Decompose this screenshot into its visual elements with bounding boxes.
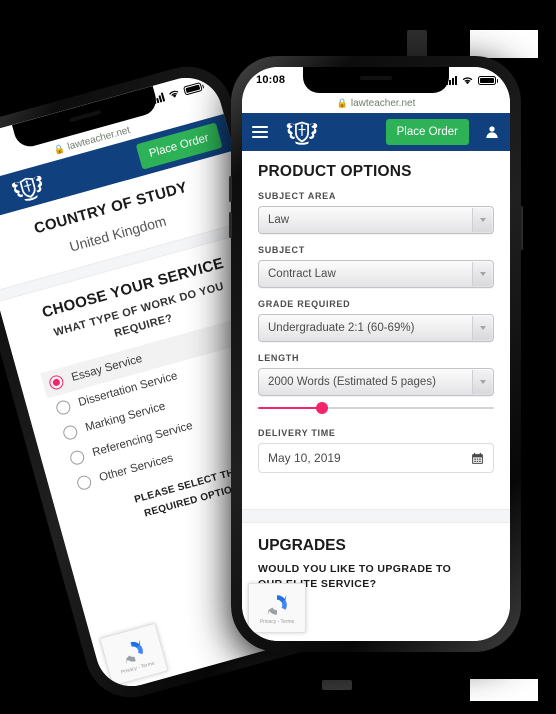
field-label: SUBJECT [258, 245, 305, 255]
volume-up-button[interactable] [229, 176, 232, 202]
lock-icon: 🔒 [52, 142, 67, 155]
field-subject-area: SUBJECT AREA Law [258, 191, 494, 234]
wifi-icon [462, 77, 473, 85]
delivery-date-input[interactable]: May 10, 2019 [258, 443, 494, 473]
delivery-date-value: May 10, 2019 [268, 451, 341, 465]
background-rectangle-bottom-right [470, 679, 538, 701]
field-length: LENGTH 2000 Words (Estimated 5 pages) [258, 353, 494, 396]
volume-down-button[interactable] [229, 212, 232, 238]
battery-icon [478, 75, 498, 85]
field-label: DELIVERY TIME [258, 428, 336, 438]
status-indicators [446, 75, 498, 85]
chevron-down-icon [472, 208, 492, 232]
place-order-button[interactable]: Place Order [385, 119, 469, 145]
power-button[interactable] [520, 206, 523, 250]
front-navbar: Place Order [242, 113, 510, 151]
front-page-content: PRODUCT OPTIONS SUBJECT AREA Law SUBJECT… [242, 151, 510, 641]
subject-area-select[interactable]: Law [258, 206, 494, 234]
chevron-down-icon [472, 316, 492, 340]
section-divider [242, 509, 510, 523]
front-browser-url-bar[interactable]: 🔒 lawteacher.net [242, 93, 510, 113]
radio-icon [68, 448, 86, 467]
upgrades-question-line1: WOULD YOU LIKE TO UPGRADE TO [258, 563, 452, 575]
upgrades-title: UPGRADES [258, 537, 346, 554]
user-account-icon[interactable] [484, 124, 500, 140]
select-value: 2000 Words (Estimated 5 pages) [268, 376, 436, 388]
battery-icon [182, 81, 203, 96]
calendar-icon[interactable] [471, 452, 484, 465]
field-grade-required: GRADE REQUIRED Undergraduate 2:1 (60-69%… [258, 299, 494, 342]
scene-canvas: 10:08 🔒 lawteacher.net [0, 0, 556, 714]
slider-fill [258, 407, 322, 409]
status-indicators [152, 81, 203, 104]
background-shape-top [407, 30, 427, 58]
subject-select[interactable]: Contract Law [258, 260, 494, 288]
front-phone-device: 10:08 🔒 lawteacher.net Place Order PRODU… [229, 56, 523, 652]
recaptcha-badge[interactable]: Privacy - Terms [248, 583, 306, 633]
lock-icon: 🔒 [336, 97, 348, 108]
background-rectangle-top-right [470, 30, 538, 58]
grade-required-select[interactable]: Undergraduate 2:1 (60-69%) [258, 314, 494, 342]
radio-icon [61, 423, 79, 442]
slider-thumb[interactable] [315, 402, 328, 414]
chevron-down-icon [472, 370, 492, 394]
length-slider[interactable] [258, 400, 494, 416]
field-label: SUBJECT AREA [258, 191, 337, 201]
chevron-down-icon [472, 262, 492, 286]
select-value: Undergraduate 2:1 (60-69%) [268, 322, 415, 334]
url-text: lawteacher.net [350, 97, 416, 109]
notch [303, 67, 449, 93]
lawteacher-crest-logo[interactable] [276, 117, 328, 147]
recaptcha-terms: Privacy - Terms [259, 618, 295, 625]
wifi-icon [169, 90, 179, 98]
field-label: LENGTH [258, 353, 300, 363]
field-subject: SUBJECT Contract Law [258, 245, 494, 288]
earpiece-speaker [69, 109, 102, 123]
hamburger-menu-icon[interactable] [252, 126, 268, 138]
front-phone-screen: 10:08 🔒 lawteacher.net Place Order PRODU… [242, 67, 510, 641]
earpiece-speaker [360, 76, 392, 80]
select-value: Contract Law [268, 268, 336, 280]
radio-icon [54, 398, 72, 417]
background-shape-bottom [322, 680, 352, 690]
page-title: PRODUCT OPTIONS [258, 163, 412, 180]
status-time: 10:08 [256, 74, 286, 86]
field-label: GRADE REQUIRED [258, 299, 351, 309]
select-value: Law [268, 214, 290, 226]
field-delivery-time: DELIVERY TIME May 10, 2019 [258, 428, 494, 473]
panel-bottom-spacer [242, 487, 510, 509]
recaptcha-icon [267, 594, 287, 615]
radio-icon [47, 373, 66, 392]
radio-icon [75, 474, 93, 492]
length-select[interactable]: 2000 Words (Estimated 5 pages) [258, 368, 494, 396]
product-options-panel: PRODUCT OPTIONS SUBJECT AREA Law SUBJECT… [242, 151, 510, 487]
